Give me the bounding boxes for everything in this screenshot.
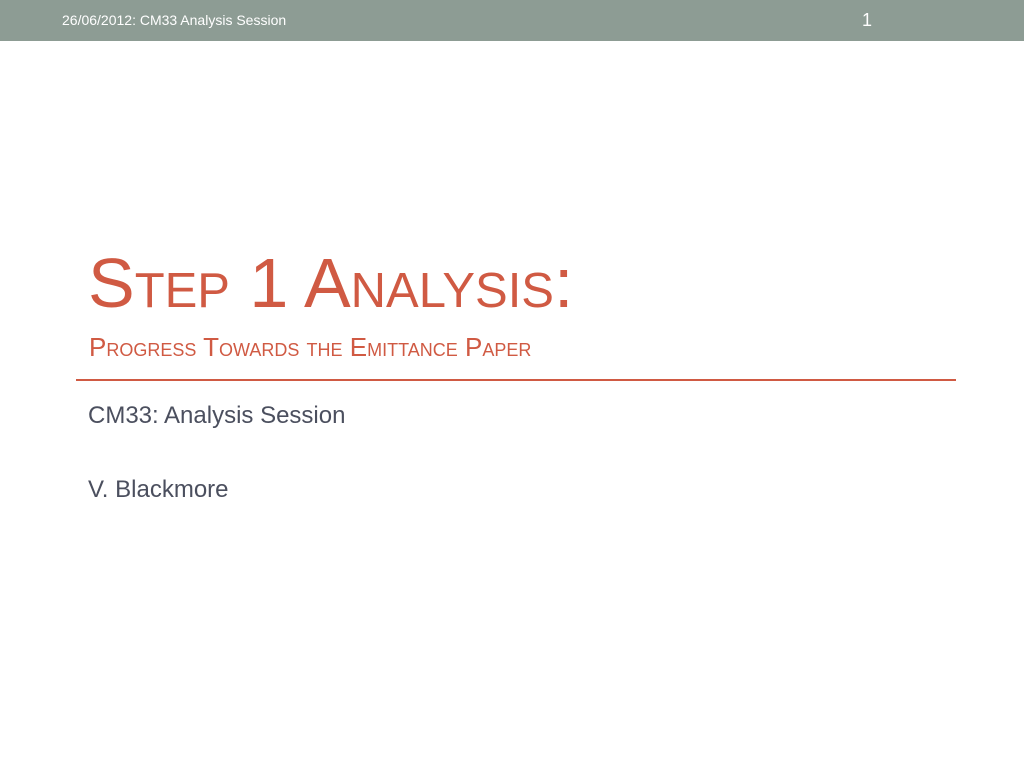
author-name: V. Blackmore [88, 476, 229, 503]
header-bar: 26/06/2012: CM33 Analysis Session 1 [0, 0, 1024, 41]
event-name: CM33: Analysis Session [88, 402, 346, 429]
header-date-session: 26/06/2012: CM33 Analysis Session [62, 12, 287, 28]
slide: 26/06/2012: CM33 Analysis Session 1 Step… [0, 0, 1024, 768]
title-divider [76, 379, 956, 381]
slide-number: 1 [862, 10, 873, 30]
slide-title: Step 1 Analysis: [88, 244, 574, 322]
slide-subtitle: Progress Towards the Emittance Paper [89, 332, 532, 362]
